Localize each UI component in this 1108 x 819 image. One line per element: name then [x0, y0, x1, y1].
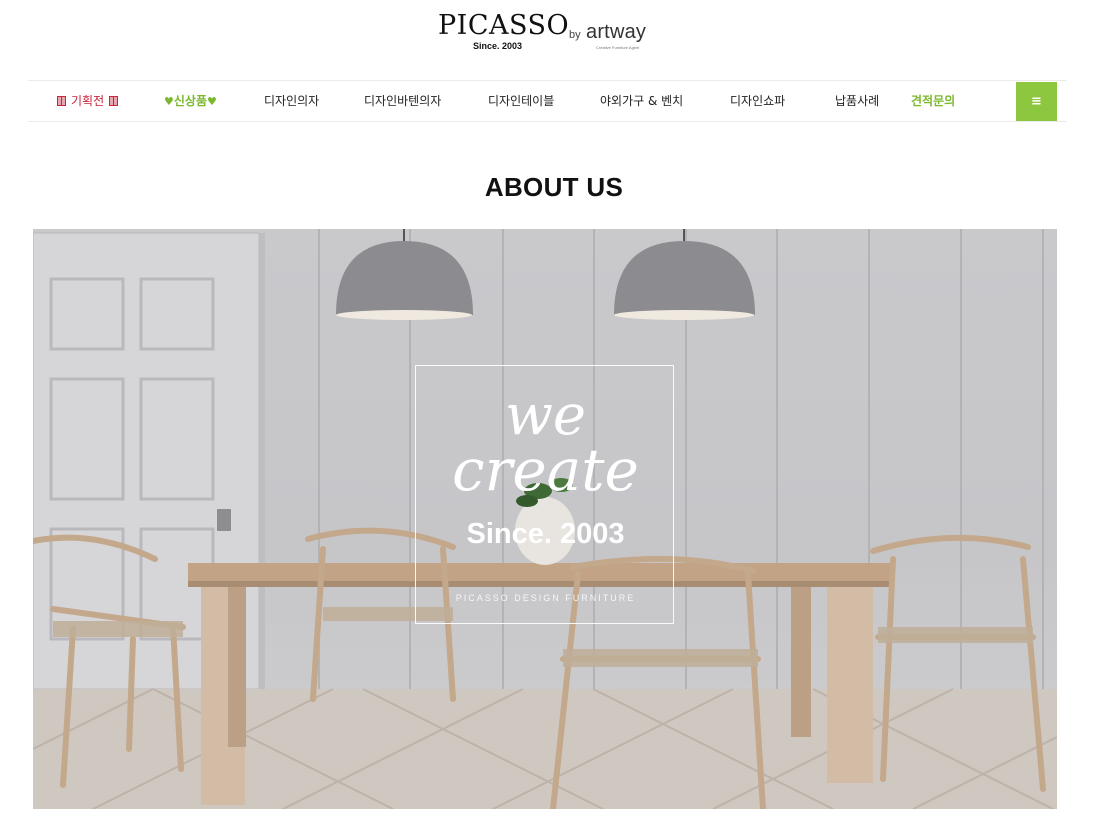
hero-overlay-box: we create Since. 2003 PICASSO DESIGN FUR…	[415, 365, 674, 624]
hamburger-menu-button[interactable]: ≡	[1016, 82, 1057, 121]
hero-subtitle: PICASSO DESIGN FURNITURE	[455, 593, 636, 603]
main-nav: 기획전 ♥신상품♥ 디자인의자 디자인바텐의자 디자인테이블 야외가구 & 벤치…	[28, 80, 1067, 122]
hero-since: Since. 2003	[466, 518, 625, 550]
gift-icon	[109, 96, 119, 106]
heart-icon: ♥	[164, 95, 174, 108]
hero-banner: we create Since. 2003 PICASSO DESIGN FUR…	[33, 229, 1057, 809]
hero-script-create: create	[452, 436, 639, 504]
picasso-logo[interactable]: PICASSO Since. 2003	[438, 10, 569, 56]
nav-item-promotion[interactable]: 기획전	[52, 81, 123, 121]
logo-by-text: by	[569, 29, 581, 41]
nav-item-new-products[interactable]: ♥신상품♥	[164, 81, 217, 121]
page-title: ABOUT US	[484, 172, 624, 202]
artway-logo: artway	[586, 21, 647, 43]
heart-icon: ♥	[207, 95, 217, 108]
logo-since-text: Since. 2003	[473, 41, 523, 51]
nav-item-design-bar-stool[interactable]: 디자인바텐의자	[364, 81, 441, 121]
nav-item-label: 신상품	[173, 94, 207, 108]
artway-tagline: Creative Furniture Agent	[596, 45, 640, 50]
nav-item-quote-inquiry[interactable]: 견적문의	[911, 81, 955, 121]
nav-item-design-table[interactable]: 디자인테이블	[488, 81, 554, 121]
nav-item-design-chair[interactable]: 디자인의자	[264, 81, 319, 121]
nav-item-design-sofa[interactable]: 디자인쇼파	[730, 81, 785, 121]
nav-item-delivery-cases[interactable]: 납품사례	[835, 81, 879, 121]
site-logo[interactable]: PICASSO Since. 2003 by artway Creative F…	[0, 10, 1108, 56]
hamburger-icon: ≡	[1031, 94, 1042, 109]
nav-item-outdoor-bench[interactable]: 야외가구 & 벤치	[600, 81, 683, 121]
nav-item-label: 기획전	[71, 94, 105, 108]
gift-icon	[57, 96, 66, 106]
logo-brand-text: PICASSO	[438, 10, 570, 41]
